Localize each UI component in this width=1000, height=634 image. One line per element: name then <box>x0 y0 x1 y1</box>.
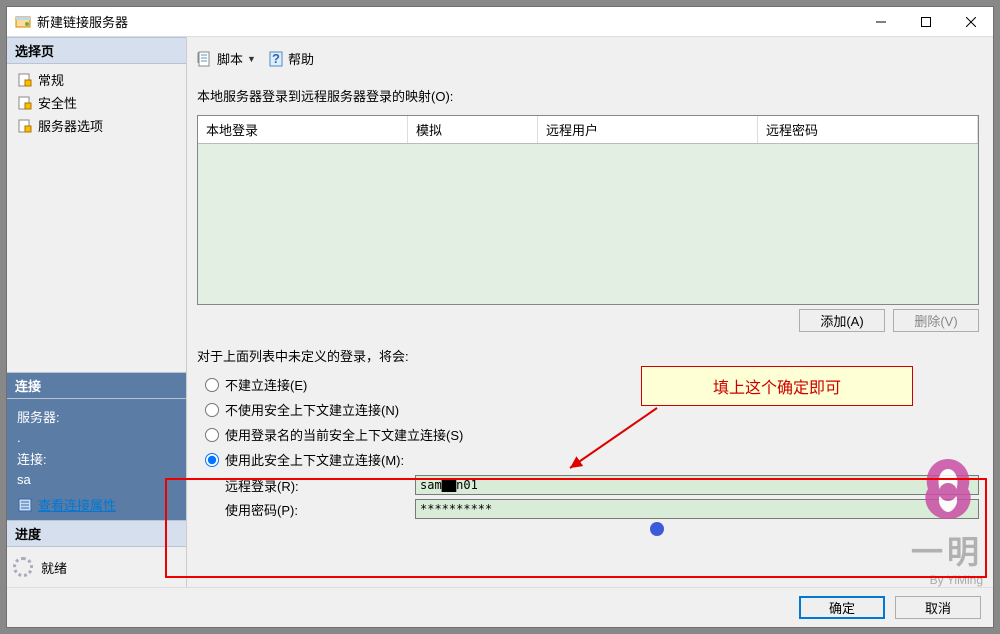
mapping-label: 本地服务器登录到远程服务器登录的映射(O): <box>197 86 979 105</box>
page-item-server-options[interactable]: 服务器选项 <box>13 114 180 137</box>
script-button[interactable]: 脚本 ▼ <box>193 47 260 70</box>
help-label: 帮助 <box>288 49 314 68</box>
ok-button[interactable]: 确定 <box>799 596 885 619</box>
footer: 确定 取消 <box>7 587 993 627</box>
connection-header: 连接 <box>7 372 186 399</box>
page-item-label: 服务器选项 <box>38 116 103 135</box>
maximize-button[interactable] <box>903 7 948 36</box>
right-pane: 脚本 ▼ ? 帮助 本地服务器登录到远程服务器登录的映射(O): 本地登录 模拟… <box>187 37 993 587</box>
grid-header-remote-user: 远程用户 <box>538 116 758 143</box>
script-icon <box>197 51 213 67</box>
remove-button: 删除(V) <box>893 309 979 332</box>
spinner-icon <box>13 557 33 577</box>
connection-value: sa <box>17 470 176 489</box>
help-button[interactable]: ? 帮助 <box>264 47 318 70</box>
page-item-label: 常规 <box>38 70 64 89</box>
window-title: 新建链接服务器 <box>37 12 858 31</box>
page-item-label: 安全性 <box>38 93 77 112</box>
annotation-censor-dot <box>650 522 664 536</box>
add-button[interactable]: 添加(A) <box>799 309 885 332</box>
properties-icon <box>17 497 33 513</box>
chevron-down-icon: ▼ <box>247 54 256 64</box>
password-label: 使用密码(P): <box>225 500 405 519</box>
server-label: 服务器: <box>17 405 176 428</box>
page-icon <box>17 118 33 134</box>
page-item-general[interactable]: 常规 <box>13 68 180 91</box>
page-item-security[interactable]: 安全性 <box>13 91 180 114</box>
titlebar: 新建链接服务器 <box>7 7 993 37</box>
progress-status: 就绪 <box>41 558 67 577</box>
radio-label: 使用此安全上下文建立连接(M): <box>225 450 404 469</box>
grid-header-impersonate: 模拟 <box>408 116 538 143</box>
server-value: . <box>17 428 176 447</box>
view-connection-props-label: 查看连接属性 <box>38 495 116 514</box>
close-button[interactable] <box>948 7 993 36</box>
window-icon <box>15 14 31 30</box>
radio-label: 不建立连接(E) <box>225 375 307 394</box>
radio-use-this-security-context[interactable]: 使用此安全上下文建立连接(M): <box>205 450 979 469</box>
script-label: 脚本 <box>217 49 243 68</box>
view-connection-props-link[interactable]: 查看连接属性 <box>17 495 176 514</box>
radio-label: 使用登录名的当前安全上下文建立连接(S) <box>225 425 463 444</box>
radio-current-security-context[interactable]: 使用登录名的当前安全上下文建立连接(S) <box>205 425 979 444</box>
remote-login-label: 远程登录(R): <box>225 476 405 495</box>
grid-body <box>198 144 978 304</box>
progress-header: 进度 <box>7 520 186 547</box>
svg-text:?: ? <box>272 51 280 66</box>
help-icon: ? <box>268 51 284 67</box>
page-icon <box>17 95 33 111</box>
select-page-header: 选择页 <box>7 37 186 64</box>
minimize-button[interactable] <box>858 7 903 36</box>
radio-label: 不使用安全上下文建立连接(N) <box>225 400 399 419</box>
cancel-button[interactable]: 取消 <box>895 596 981 619</box>
grid-header-remote-password: 远程密码 <box>758 116 978 143</box>
mapping-grid[interactable]: 本地登录 模拟 远程用户 远程密码 <box>197 115 979 305</box>
left-pane: 选择页 常规 安全性 服务器选项 连接 服务器: . <box>7 37 187 587</box>
grid-header-local-login: 本地登录 <box>198 116 408 143</box>
undefined-logins-label: 对于上面列表中未定义的登录，将会: <box>197 346 979 365</box>
page-icon <box>17 72 33 88</box>
password-input[interactable] <box>415 499 979 519</box>
connection-label: 连接: <box>17 447 176 470</box>
annotation-callout: 填上这个确定即可 <box>641 366 913 406</box>
remote-login-input[interactable] <box>415 475 979 495</box>
